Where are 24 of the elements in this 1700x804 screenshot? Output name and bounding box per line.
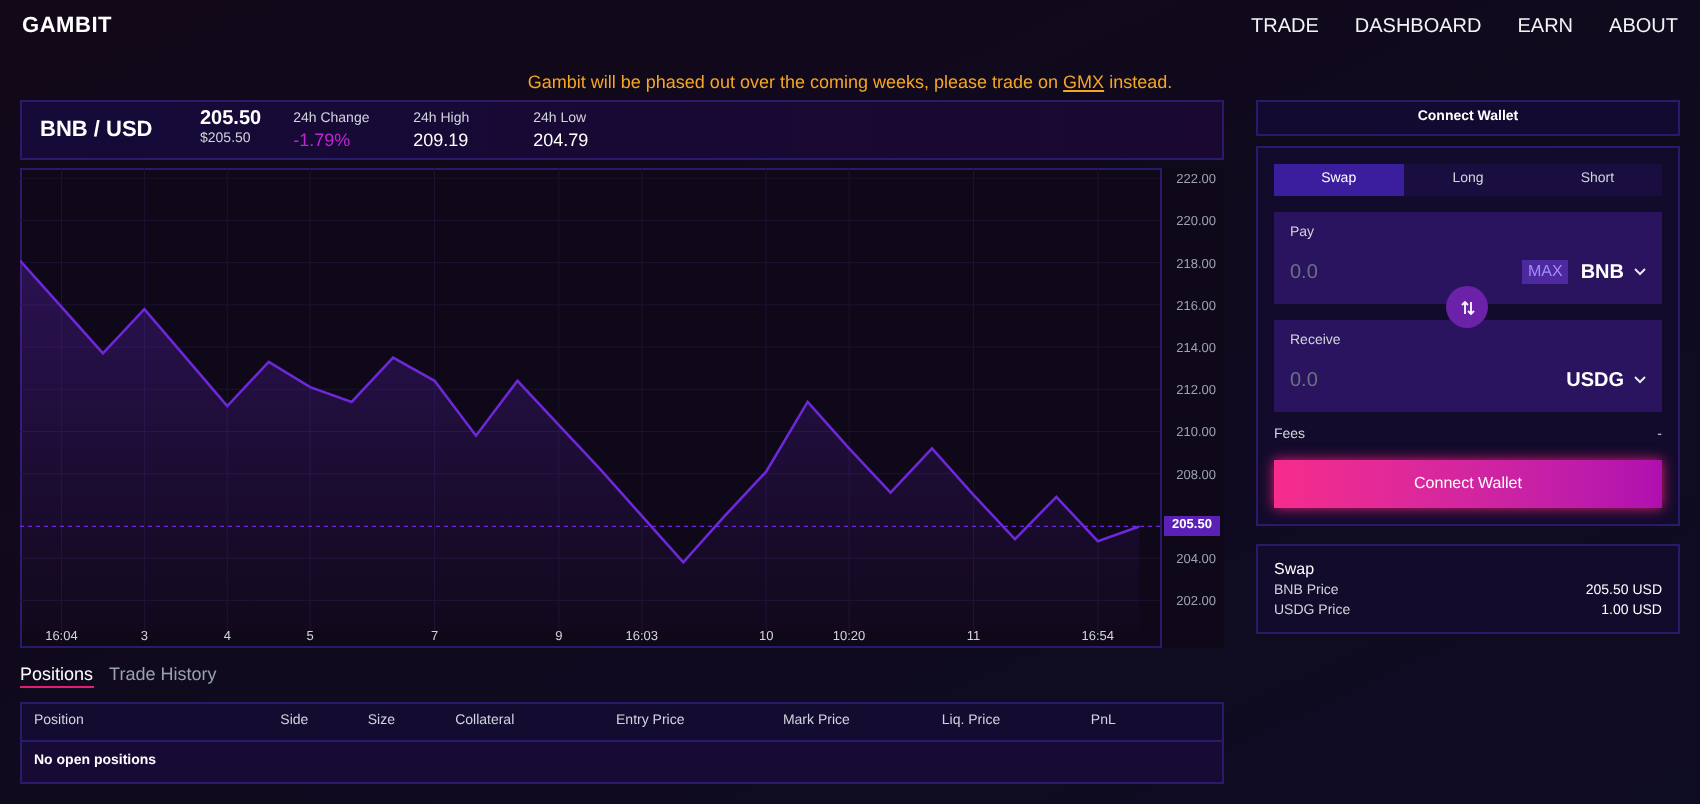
amount-field[interactable]: 0.0 xyxy=(1290,257,1410,287)
stat-value: -1.79% xyxy=(293,130,353,150)
stat-value: 204.79 xyxy=(533,130,591,150)
pair-label: BNB / USD xyxy=(40,115,155,146)
amount-field[interactable]: 0.0 xyxy=(1290,365,1410,395)
positions-tab[interactable]: Positions xyxy=(20,661,94,687)
token-selector[interactable]: BNB xyxy=(1580,257,1646,287)
max-button[interactable]: MAX xyxy=(1521,260,1569,284)
notice-text: Gambit will be phased out over the coming weeks, please trade on GMX instead. xyxy=(527,72,1173,92)
nav-link[interactable]: TRADE xyxy=(1250,11,1319,41)
nav-link[interactable]: DASHBOARD xyxy=(1354,11,1482,41)
chevron-down-icon xyxy=(1634,376,1646,384)
gmx-link[interactable]: GMX xyxy=(1063,72,1105,92)
connect-wallet-button[interactable]: Connect Wallet xyxy=(1274,459,1662,507)
info-title: Swap xyxy=(1274,557,1317,581)
stat-value: 209.19 xyxy=(413,130,471,150)
logo[interactable]: GAMBIT xyxy=(22,9,113,43)
nav-link[interactable]: EARN xyxy=(1517,11,1574,41)
positions-tab[interactable]: Trade History xyxy=(109,661,217,687)
chevron-down-icon xyxy=(1634,268,1646,276)
swap-arrows-icon xyxy=(1459,299,1475,315)
token-selector[interactable]: USDG xyxy=(1566,365,1646,395)
nav-link[interactable]: ABOUT xyxy=(1609,11,1678,41)
price-value: 205.50 xyxy=(200,110,262,130)
